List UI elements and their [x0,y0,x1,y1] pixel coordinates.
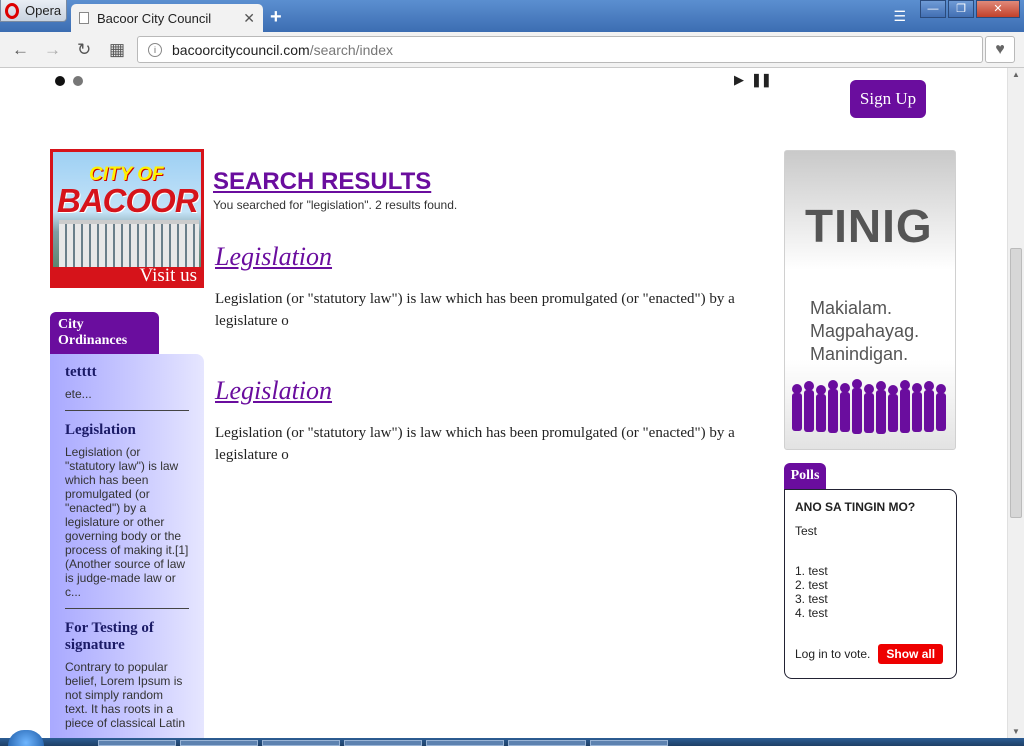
poll-option: 2. test [795,578,828,592]
tab-title: Bacoor City Council [97,10,212,26]
browser-titlebar: Opera Bacoor City Council ✕ + ☰ — ❐ ✕ [0,0,1024,32]
taskbar-item[interactable] [98,740,176,746]
tinig-slogan: Makialam. Magpahayag. Manindigan. [810,297,919,366]
tinig-line: Manindigan. [810,344,909,364]
poll-description: Test [795,524,818,538]
maximize-button[interactable]: ❐ [948,0,974,18]
slider-dot[interactable] [73,76,83,86]
minimize-button[interactable]: — [920,0,946,18]
tinig-line: Makialam. [810,298,893,318]
city-hall-image [59,220,199,270]
divider [65,608,189,609]
url-domain: bacoorcitycouncil.com [172,41,310,58]
taskbar-item[interactable] [590,740,668,746]
search-results-section: SEARCH RESULTS You searched for "legisla… [213,168,763,466]
city-of-bacoor-banner[interactable]: CITY OF BACOOR Visit us [50,149,204,288]
browser-toolbar: ← → ↻ ▦ i bacoorcitycouncil.com/search/i… [0,32,1024,68]
show-all-button[interactable]: Show all [878,644,944,664]
page-scrollbar[interactable]: ▲ ▼ [1007,68,1024,738]
ordinance-excerpt: Legislation (or "statutory law") is law … [65,445,189,599]
ordinance-title[interactable]: Legislation [65,422,189,439]
poll-question: ANO SA TINGIN MO? [795,500,916,514]
tinig-line: Magpahayag. [810,321,920,341]
ordinance-title[interactable]: For Testing of signature [65,620,189,654]
crowd-silhouette-icon [792,379,946,434]
search-summary: You searched for "legislation". 2 result… [213,198,458,212]
taskbar-item[interactable] [508,740,586,746]
result-snippet: Legislation (or "statutory law") is law … [215,425,735,463]
taskbar-item[interactable] [262,740,340,746]
banner-bacoor: BACOOR [57,182,199,219]
document-icon [79,12,89,24]
poll-options: 1. test 2. test 3. test 4. test [795,564,946,620]
login-to-vote-text: Log in to vote. [795,647,871,661]
polls-panel: ANO SA TINGIN MO? Test 1. test 2. test 3… [784,489,957,679]
search-result: Legislation Legislation (or "statutory l… [213,242,763,332]
divider [65,410,189,411]
site-info-icon[interactable]: i [148,42,162,57]
scroll-up-icon[interactable]: ▲ [1012,70,1020,79]
taskbar-item[interactable] [180,740,258,746]
scroll-down-icon[interactable]: ▼ [1012,727,1020,736]
search-result: Legislation Legislation (or "statutory l… [213,376,763,466]
result-title-link[interactable]: Legislation [215,242,763,272]
slider-dots [55,76,83,86]
city-ordinances-panel: tetttt ete... Legislation Legislation (o… [50,354,204,738]
tab-close-icon[interactable]: ✕ [243,10,255,27]
poll-option: 1. test [795,564,828,578]
back-button[interactable]: ← [12,40,29,60]
poll-option: 3. test [795,592,828,606]
url-path: /search/index [309,41,394,58]
ordinance-excerpt: Contrary to popular belief, Lorem Ipsum … [65,660,186,730]
poll-option: 4. test [795,606,828,620]
city-ordinances-tab[interactable]: City Ordinances [50,312,159,354]
ordinance-excerpt: ete... [65,387,92,401]
address-bar[interactable]: i bacoorcitycouncil.com/search/index [137,36,983,63]
tab-menu-icon[interactable]: ☰ [893,8,906,25]
scroll-thumb[interactable] [1010,248,1022,518]
slider-play-icon[interactable]: ▶ [734,72,744,88]
sign-up-button[interactable]: Sign Up [850,80,926,118]
slider-dot[interactable] [55,76,65,86]
list-item[interactable]: tetttt ete... [65,364,189,401]
opera-menu-label: Opera [25,3,62,18]
list-item[interactable]: For Testing of signature Contrary to pop… [65,620,189,730]
taskbar-item[interactable] [426,740,504,746]
tinig-title: TINIG [805,200,933,252]
forward-button[interactable]: → [44,40,61,60]
banner-visit-us: Visit us [53,266,201,285]
bookmark-heart-icon[interactable]: ♥ [985,36,1015,63]
list-item[interactable]: Legislation Legislation (or "statutory l… [65,422,189,599]
reload-button[interactable]: ↻ [77,40,91,60]
web-page: ▶ ❚❚ Sign Up CITY OF BACOOR Visit us Cit… [0,68,1007,738]
close-window-button[interactable]: ✕ [976,0,1020,18]
polls-tab[interactable]: Polls [784,463,826,489]
window-controls: — ❐ ✕ [920,0,1020,18]
result-snippet: Legislation (or "statutory law") is law … [215,291,735,329]
new-tab-button[interactable]: + [270,6,282,29]
opera-menu-button[interactable]: Opera [0,0,67,22]
browser-tab-active[interactable]: Bacoor City Council ✕ [71,4,263,32]
ordinance-title[interactable]: tetttt [65,364,189,381]
poll-footer: Log in to vote. Show all [795,644,946,664]
slider-pause-icon[interactable]: ❚❚ [751,72,772,88]
result-title-link[interactable]: Legislation [215,376,763,406]
speed-dial-button[interactable]: ▦ [109,40,125,60]
taskbar-item[interactable] [344,740,422,746]
opera-logo-icon [5,2,19,19]
tinig-banner[interactable]: TINIG Makialam. Magpahayag. Manindigan. [784,150,956,450]
page-title[interactable]: SEARCH RESULTS [213,168,763,196]
